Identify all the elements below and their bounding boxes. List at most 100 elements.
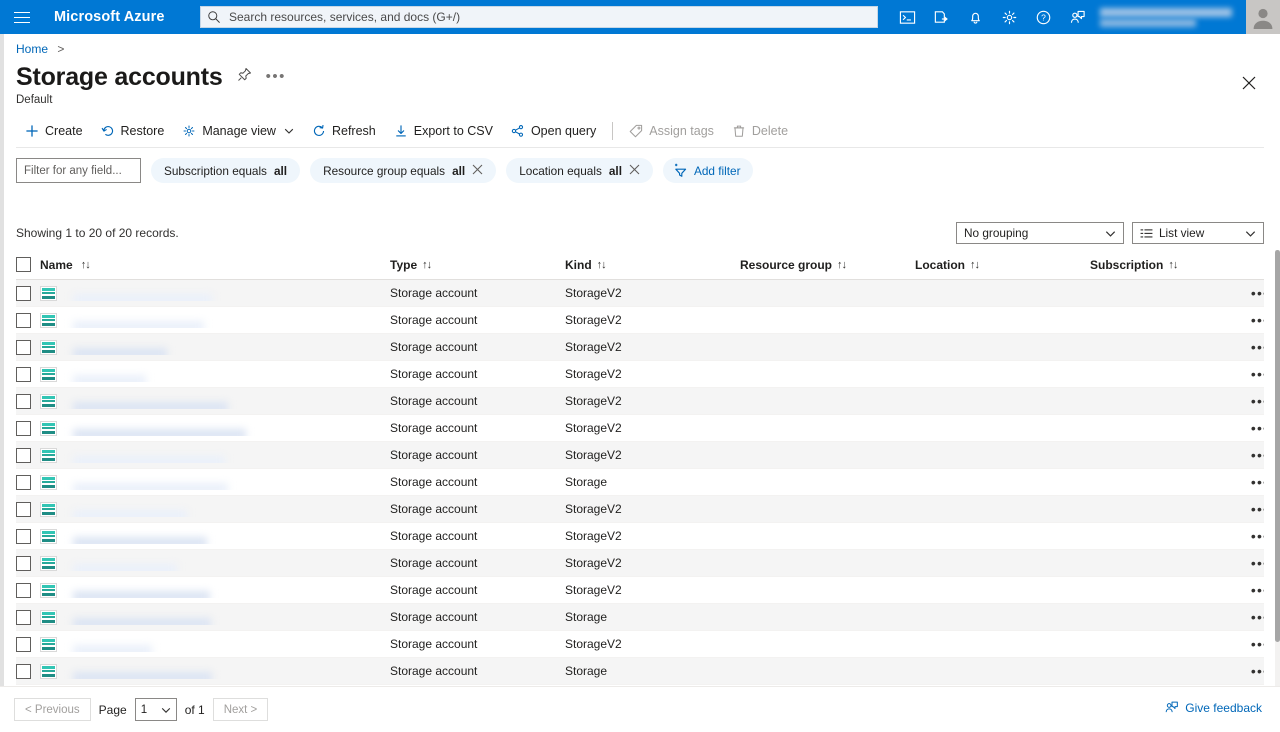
column-header-type[interactable]: Type ↑↓	[390, 258, 565, 272]
table-row[interactable]: Storage account Storage •••	[16, 469, 1264, 496]
hamburger-icon[interactable]	[0, 0, 44, 34]
directory-subscription-icon[interactable]	[924, 0, 958, 34]
cell-name[interactable]	[40, 366, 390, 382]
create-button[interactable]: Create	[16, 116, 92, 146]
table-row[interactable]: Storage account StorageV2 •••	[16, 631, 1264, 658]
view-select[interactable]: List view	[1132, 222, 1264, 244]
avatar[interactable]	[1246, 0, 1280, 34]
row-ellipsis-icon[interactable]: •••	[1251, 583, 1264, 597]
table-row[interactable]: Storage account StorageV2 •••	[16, 550, 1264, 577]
row-ellipsis-icon[interactable]: •••	[1251, 340, 1264, 354]
close-icon[interactable]	[1236, 70, 1262, 96]
manage-view-button[interactable]: Manage view	[173, 116, 303, 146]
azure-brand-logo[interactable]: Microsoft Azure	[54, 9, 165, 25]
filter-any-field-input[interactable]	[16, 158, 141, 183]
table-row[interactable]: Storage account StorageV2 •••	[16, 361, 1264, 388]
cloud-shell-icon[interactable]	[890, 0, 924, 34]
row-ellipsis-icon[interactable]: •••	[1251, 502, 1264, 516]
page-number-select[interactable]: 1	[134, 698, 177, 721]
row-checkbox[interactable]	[16, 420, 31, 436]
scrollbar-thumb[interactable]	[1275, 250, 1280, 642]
row-checkbox[interactable]	[16, 393, 31, 409]
pin-icon[interactable]	[237, 67, 252, 87]
cell-name[interactable]	[40, 474, 390, 490]
row-checkbox[interactable]	[16, 312, 31, 328]
row-checkbox[interactable]	[16, 501, 31, 517]
cell-name[interactable]	[40, 528, 390, 544]
page-more-options-icon[interactable]: •••	[266, 69, 286, 84]
cell-name[interactable]	[40, 636, 390, 652]
row-checkbox[interactable]	[16, 528, 31, 544]
table-row[interactable]: Storage account StorageV2 •••	[16, 388, 1264, 415]
row-ellipsis-icon[interactable]: •••	[1251, 529, 1264, 543]
row-checkbox[interactable]	[16, 663, 31, 679]
add-filter-button[interactable]: Add filter	[662, 158, 753, 183]
cell-name[interactable]	[40, 339, 390, 355]
help-question-icon[interactable]: ?	[1026, 0, 1060, 34]
cell-name[interactable]	[40, 285, 390, 301]
table-row[interactable]: Storage account StorageV2 •••	[16, 280, 1264, 307]
row-checkbox[interactable]	[16, 339, 31, 355]
cell-name[interactable]	[40, 420, 390, 436]
table-row[interactable]: Storage account StorageV2 •••	[16, 307, 1264, 334]
cell-name[interactable]	[40, 312, 390, 328]
row-checkbox[interactable]	[16, 636, 31, 652]
cell-name[interactable]	[40, 555, 390, 571]
table-row[interactable]: Storage account StorageV2 •••	[16, 496, 1264, 523]
row-ellipsis-icon[interactable]: •••	[1251, 286, 1264, 300]
cell-name[interactable]	[40, 663, 390, 679]
column-header-kind[interactable]: Kind ↑↓	[565, 258, 740, 272]
column-header-resource-group[interactable]: Resource group ↑↓	[740, 258, 915, 272]
feedback-icon[interactable]	[1060, 0, 1094, 34]
column-header-name[interactable]: Name ↑↓	[40, 258, 390, 272]
table-row[interactable]: Storage account StorageV2 •••	[16, 415, 1264, 442]
table-row[interactable]: Storage account Storage •••	[16, 658, 1264, 685]
cell-name[interactable]	[40, 582, 390, 598]
row-ellipsis-icon[interactable]: •••	[1251, 421, 1264, 435]
refresh-button[interactable]: Refresh	[303, 116, 385, 146]
table-row[interactable]: Storage account StorageV2 •••	[16, 577, 1264, 604]
cell-name[interactable]	[40, 447, 390, 463]
cell-name[interactable]	[40, 609, 390, 625]
remove-filter-resource-group-icon[interactable]	[472, 164, 483, 177]
row-ellipsis-icon[interactable]: •••	[1251, 664, 1264, 678]
open-query-button[interactable]: Open query	[502, 116, 605, 146]
delete-button[interactable]: Delete	[723, 116, 797, 146]
column-header-subscription[interactable]: Subscription ↑↓	[1090, 258, 1240, 272]
row-ellipsis-icon[interactable]: •••	[1251, 556, 1264, 570]
search-input[interactable]	[227, 9, 871, 25]
export-to-csv-button[interactable]: Export to CSV	[385, 116, 502, 146]
restore-button[interactable]: Restore	[92, 116, 174, 146]
select-all-checkbox[interactable]	[16, 257, 31, 272]
give-feedback-button[interactable]: Give feedback	[1164, 700, 1262, 715]
row-ellipsis-icon[interactable]: •••	[1251, 637, 1264, 651]
row-ellipsis-icon[interactable]: •••	[1251, 313, 1264, 327]
cell-name[interactable]	[40, 501, 390, 517]
row-checkbox[interactable]	[16, 555, 31, 571]
row-checkbox[interactable]	[16, 609, 31, 625]
row-ellipsis-icon[interactable]: •••	[1251, 610, 1264, 624]
remove-filter-location-icon[interactable]	[629, 164, 640, 177]
filter-pill-subscription[interactable]: Subscription equals all	[151, 158, 301, 183]
table-vertical-scrollbar[interactable]	[1275, 250, 1280, 716]
row-checkbox[interactable]	[16, 582, 31, 598]
breadcrumb-home[interactable]: Home	[16, 42, 48, 56]
table-row[interactable]: Storage account Storage •••	[16, 604, 1264, 631]
notifications-bell-icon[interactable]	[958, 0, 992, 34]
next-page-button[interactable]: Next >	[212, 698, 269, 721]
table-row[interactable]: Storage account StorageV2 •••	[16, 523, 1264, 550]
previous-page-button[interactable]: < Previous	[14, 698, 91, 721]
assign-tags-button[interactable]: Assign tags	[620, 116, 723, 146]
filter-pill-location[interactable]: Location equals all	[506, 158, 653, 183]
column-header-location[interactable]: Location ↑↓	[915, 258, 1090, 272]
table-row[interactable]: Storage account StorageV2 •••	[16, 334, 1264, 361]
row-checkbox[interactable]	[16, 447, 31, 463]
grouping-select[interactable]: No grouping	[956, 222, 1124, 244]
global-search-box[interactable]	[200, 6, 878, 28]
row-checkbox[interactable]	[16, 285, 31, 301]
settings-gear-icon[interactable]	[992, 0, 1026, 34]
row-ellipsis-icon[interactable]: •••	[1251, 448, 1264, 462]
row-checkbox[interactable]	[16, 474, 31, 490]
row-checkbox[interactable]	[16, 366, 31, 382]
cell-name[interactable]	[40, 393, 390, 409]
